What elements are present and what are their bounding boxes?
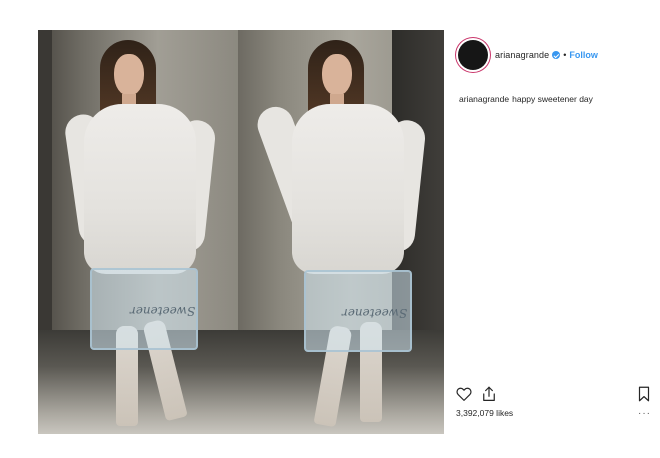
caption-username[interactable]: arianagrande [459,94,509,104]
photo-figure: Sweetener [238,30,444,434]
username-link[interactable]: arianagrande [495,50,549,60]
post-caption: arianagrande happy sweetener day [459,94,593,104]
figure-face [114,54,144,96]
photo-figure: Sweetener [38,30,238,434]
follow-button[interactable]: Follow [569,50,598,60]
bookmark-icon[interactable] [635,385,653,403]
caption-text: happy sweetener day [512,94,593,104]
figure-bag: Sweetener [304,270,412,352]
more-icon[interactable]: ··· [638,409,651,419]
photo-panel-right: Sweetener [238,30,444,434]
post-photo[interactable]: Sweetener Sweetener [38,30,444,434]
header-separator: • [563,50,567,60]
avatar[interactable] [458,40,488,70]
figure-bag: Sweetener [90,268,198,350]
bag-label: Sweetener [130,304,196,318]
action-bar [455,385,650,405]
post-card: Sweetener Sweetener arianagrande • Follo… [30,22,650,438]
share-icon[interactable] [480,385,498,403]
post-header: arianagrande • Follow [495,50,598,60]
heart-icon[interactable] [455,385,473,403]
bag-label: Sweetener [342,306,408,320]
verified-badge-icon [552,51,561,59]
figure-face [322,54,352,96]
likes-count[interactable]: 3,392,079 likes [456,408,513,418]
figure-sweater [84,104,196,274]
figure-sweater [292,104,404,274]
photo-panel-left: Sweetener [38,30,238,434]
